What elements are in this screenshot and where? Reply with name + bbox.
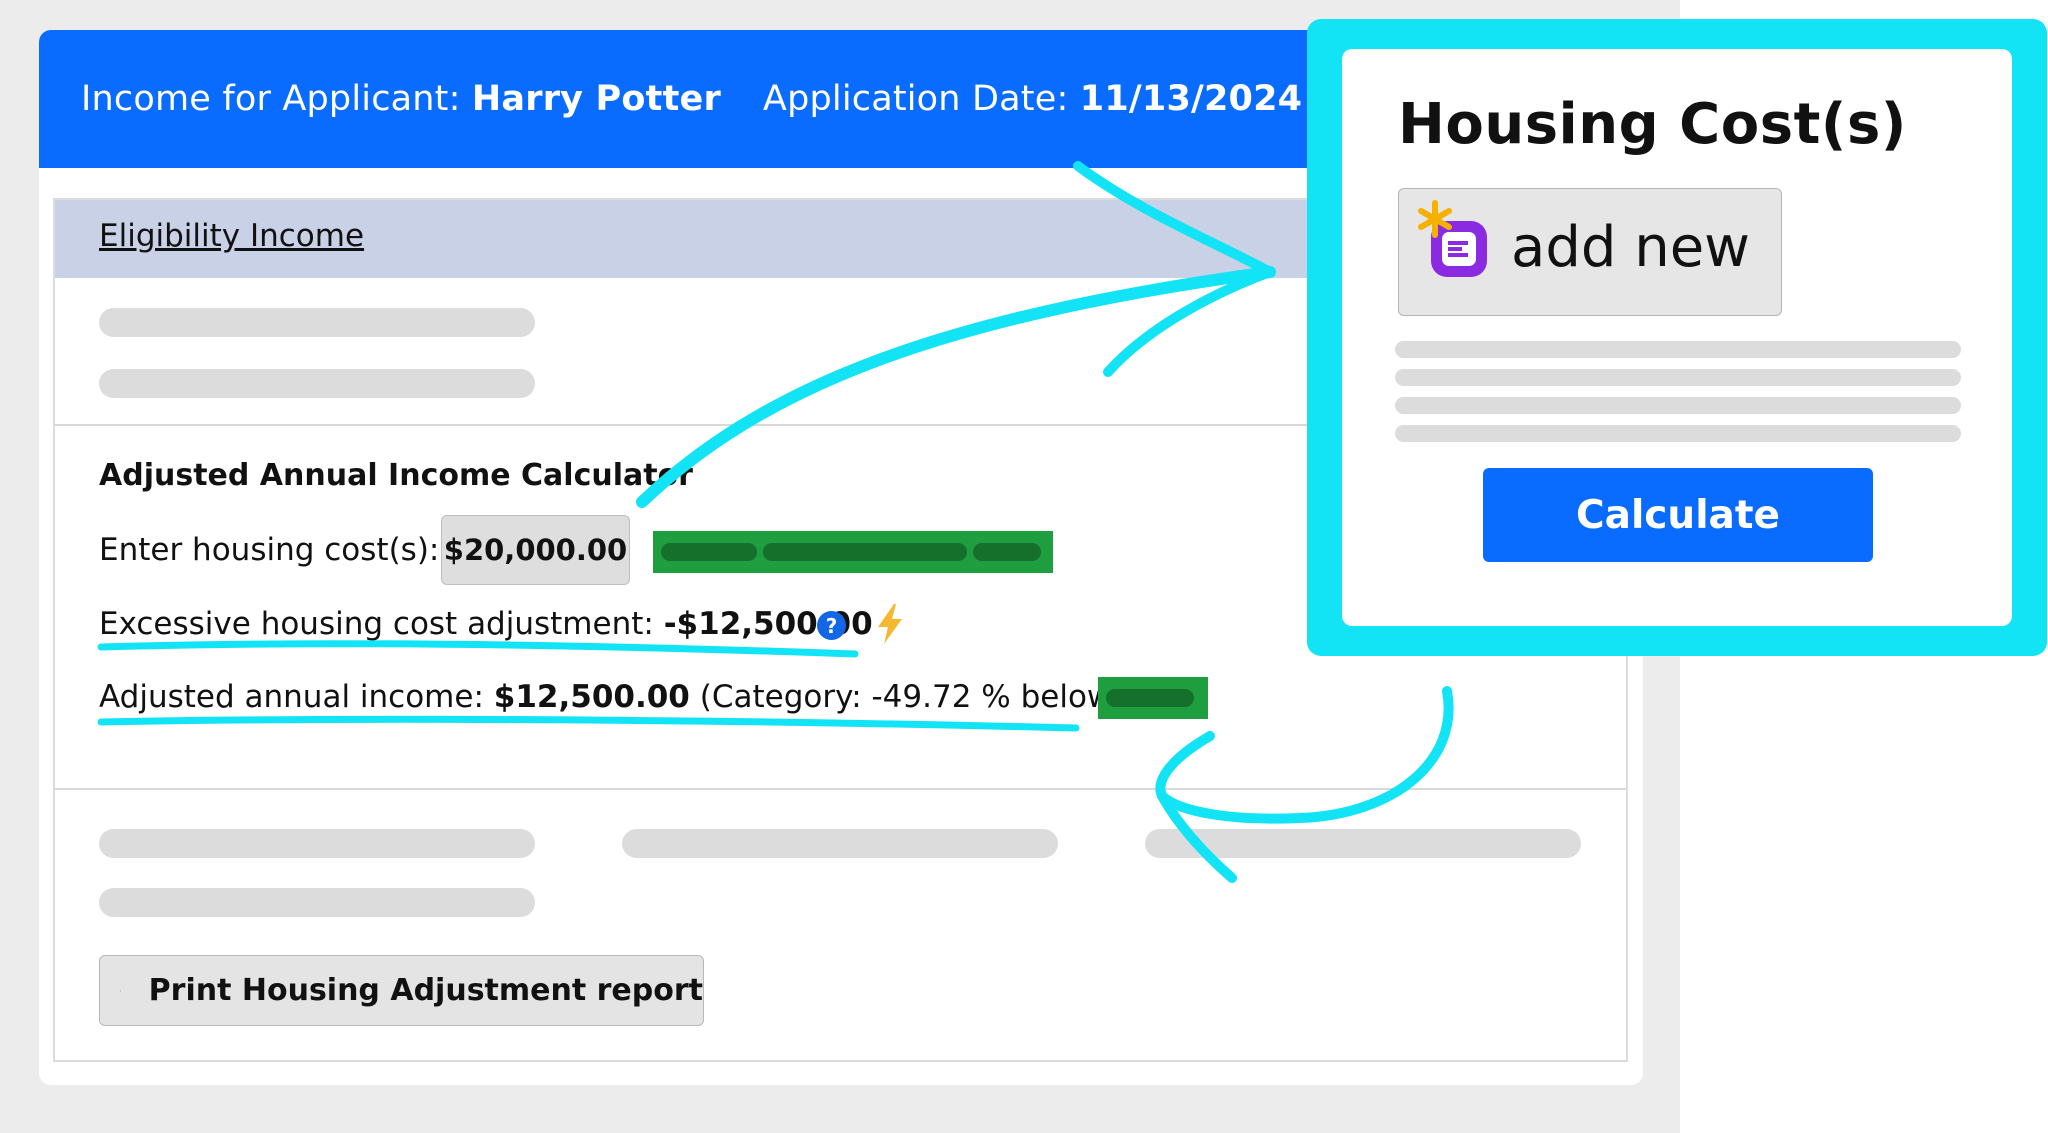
annotation-underline bbox=[97, 640, 859, 658]
annotation-arrow bbox=[1157, 686, 1454, 824]
annotation-arrow bbox=[636, 266, 1276, 508]
annotation-arrow-head bbox=[1073, 161, 1275, 377]
annotation-underline bbox=[97, 715, 1080, 732]
annotation-overlay bbox=[97, 161, 1454, 883]
